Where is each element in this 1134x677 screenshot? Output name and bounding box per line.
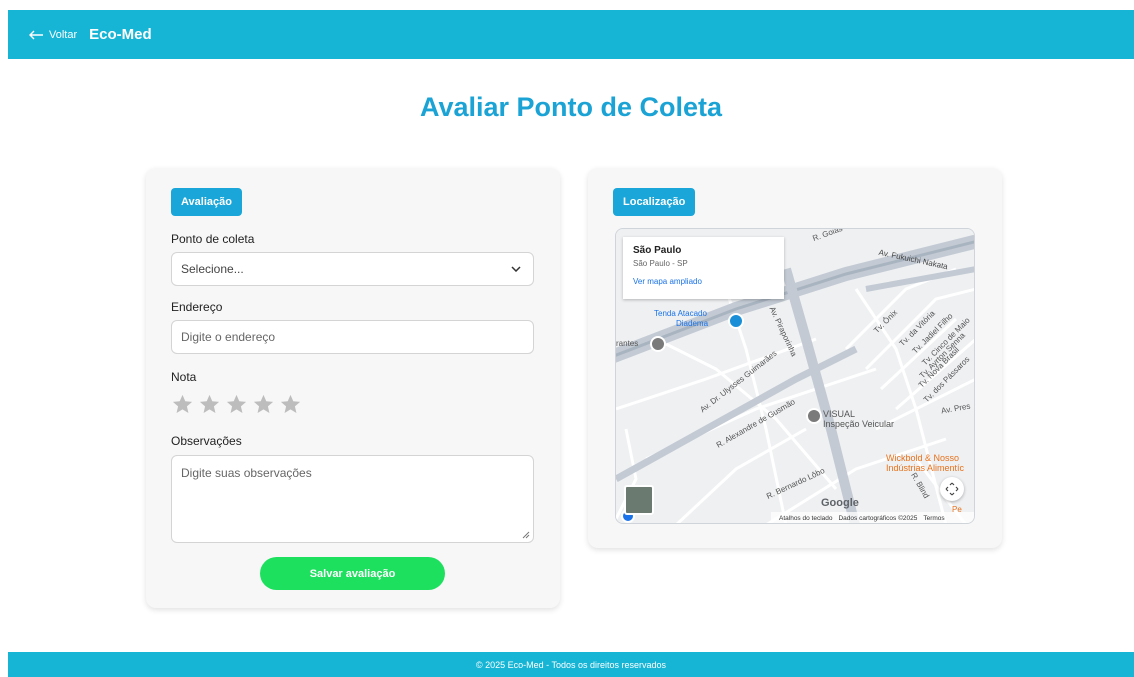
obs-label: Observações — [171, 434, 242, 448]
ponto-label: Ponto de coleta — [171, 232, 255, 246]
obs-textarea[interactable]: Digite suas observações — [171, 455, 534, 543]
terms-link[interactable]: Termos — [923, 515, 944, 522]
star-rating — [171, 393, 302, 416]
obs-placeholder: Digite suas observações — [181, 466, 312, 480]
back-button[interactable]: Voltar — [28, 29, 77, 41]
arrow-left-icon — [29, 30, 43, 39]
save-button[interactable]: Salvar avaliação — [260, 557, 445, 590]
nota-label: Nota — [171, 370, 197, 384]
endereco-label: Endereço — [171, 300, 223, 314]
endereco-input[interactable]: Digite o endereço — [171, 320, 534, 354]
section-badge-localizacao: Localização — [613, 188, 696, 216]
star-icon[interactable] — [252, 393, 275, 416]
google-logo: Google — [821, 497, 859, 509]
map-label: rantes — [616, 339, 639, 348]
location-card: Localização São Paulo São Paulo - SP Ver… — [588, 168, 1002, 548]
top-navbar: Voltar Eco-Med — [8, 10, 1134, 59]
ver-mapa-link[interactable]: Ver mapa ampliado — [633, 277, 774, 286]
map-label: Wickbold & Nosso — [886, 453, 960, 463]
star-icon[interactable] — [279, 393, 302, 416]
keyboard-shortcuts-link[interactable]: Atalhos do teclado — [779, 515, 832, 522]
section-badge-avaliacao: Avaliação — [171, 188, 242, 216]
footer-text: © 2025 Eco-Med - Todos os direitos reser… — [475, 659, 667, 670]
ponto-select-value: Selecione... — [181, 262, 244, 276]
star-icon[interactable] — [171, 393, 194, 416]
map-label: VISUAL — [823, 409, 856, 419]
star-icon[interactable] — [225, 393, 248, 416]
chevron-down-icon — [511, 266, 521, 272]
map-data-credit: Dados cartográficos ©2025 — [838, 515, 918, 522]
brand-logo[interactable]: Eco-Med — [89, 26, 152, 43]
map-embed[interactable]: São Paulo São Paulo - SP Ver mapa amplia… — [615, 228, 975, 524]
infobox-subtitle: São Paulo - SP — [633, 259, 688, 268]
app-frame: Voltar Eco-Med Avaliar Ponto de Coleta A… — [8, 10, 1134, 677]
rating-card: Avaliação Ponto de coleta Selecione... E… — [146, 168, 560, 608]
resize-handle-icon[interactable] — [522, 531, 530, 539]
map-label: Indústrias Alimentíc — [886, 463, 965, 473]
map-attribution-bar: Atalhos do teclado Dados cartográficos ©… — [771, 512, 974, 523]
infobox-title: São Paulo — [633, 245, 682, 256]
footer: © 2025 Eco-Med - Todos os direitos reser… — [8, 652, 1134, 677]
map-fullscreen-button[interactable] — [940, 477, 964, 501]
map-infobox: São Paulo São Paulo - SP Ver mapa amplia… — [623, 237, 784, 299]
map-label: Tenda Atacado — [654, 309, 707, 318]
map-label: Diadema — [676, 319, 709, 328]
map-label: Inspeção Veicular — [823, 419, 895, 429]
pan-arrows-icon — [945, 482, 959, 496]
back-label: Voltar — [49, 28, 78, 41]
star-icon[interactable] — [198, 393, 221, 416]
satellite-toggle[interactable] — [624, 485, 654, 515]
ponto-select[interactable]: Selecione... — [171, 252, 534, 286]
page-title: Avaliar Ponto de Coleta — [419, 92, 723, 122]
